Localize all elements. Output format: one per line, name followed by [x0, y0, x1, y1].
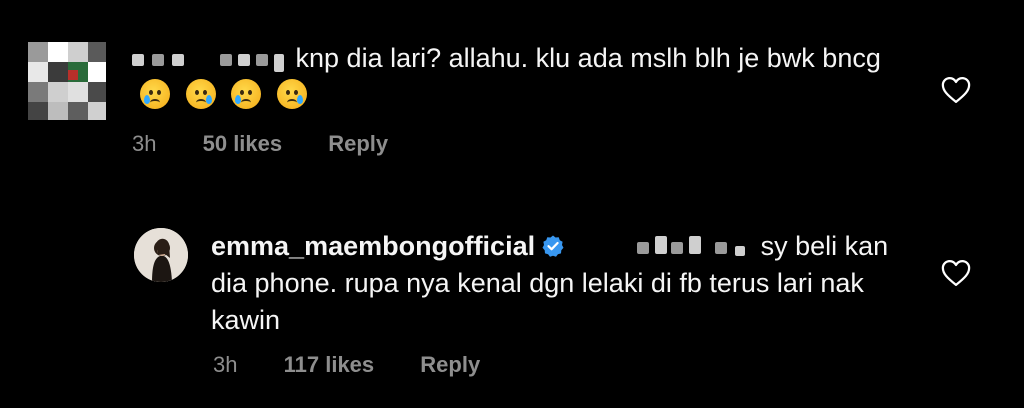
verified-badge-icon: [542, 235, 564, 257]
comment-time: 3h: [213, 352, 238, 377]
comment: emma_maembongofficial sy beli kan dia ph…: [0, 0, 1024, 408]
heart-outline-icon[interactable]: [941, 259, 971, 287]
comment-meta: 3h 117 likes Reply: [213, 352, 520, 378]
reply-button[interactable]: Reply: [420, 352, 480, 377]
redacted-mention[interactable]: [635, 236, 753, 258]
username[interactable]: emma_maembongofficial: [211, 231, 535, 261]
comment-text-block: emma_maembongofficial sy beli kan dia ph…: [211, 228, 911, 339]
likes-count[interactable]: 117 likes: [284, 352, 375, 377]
